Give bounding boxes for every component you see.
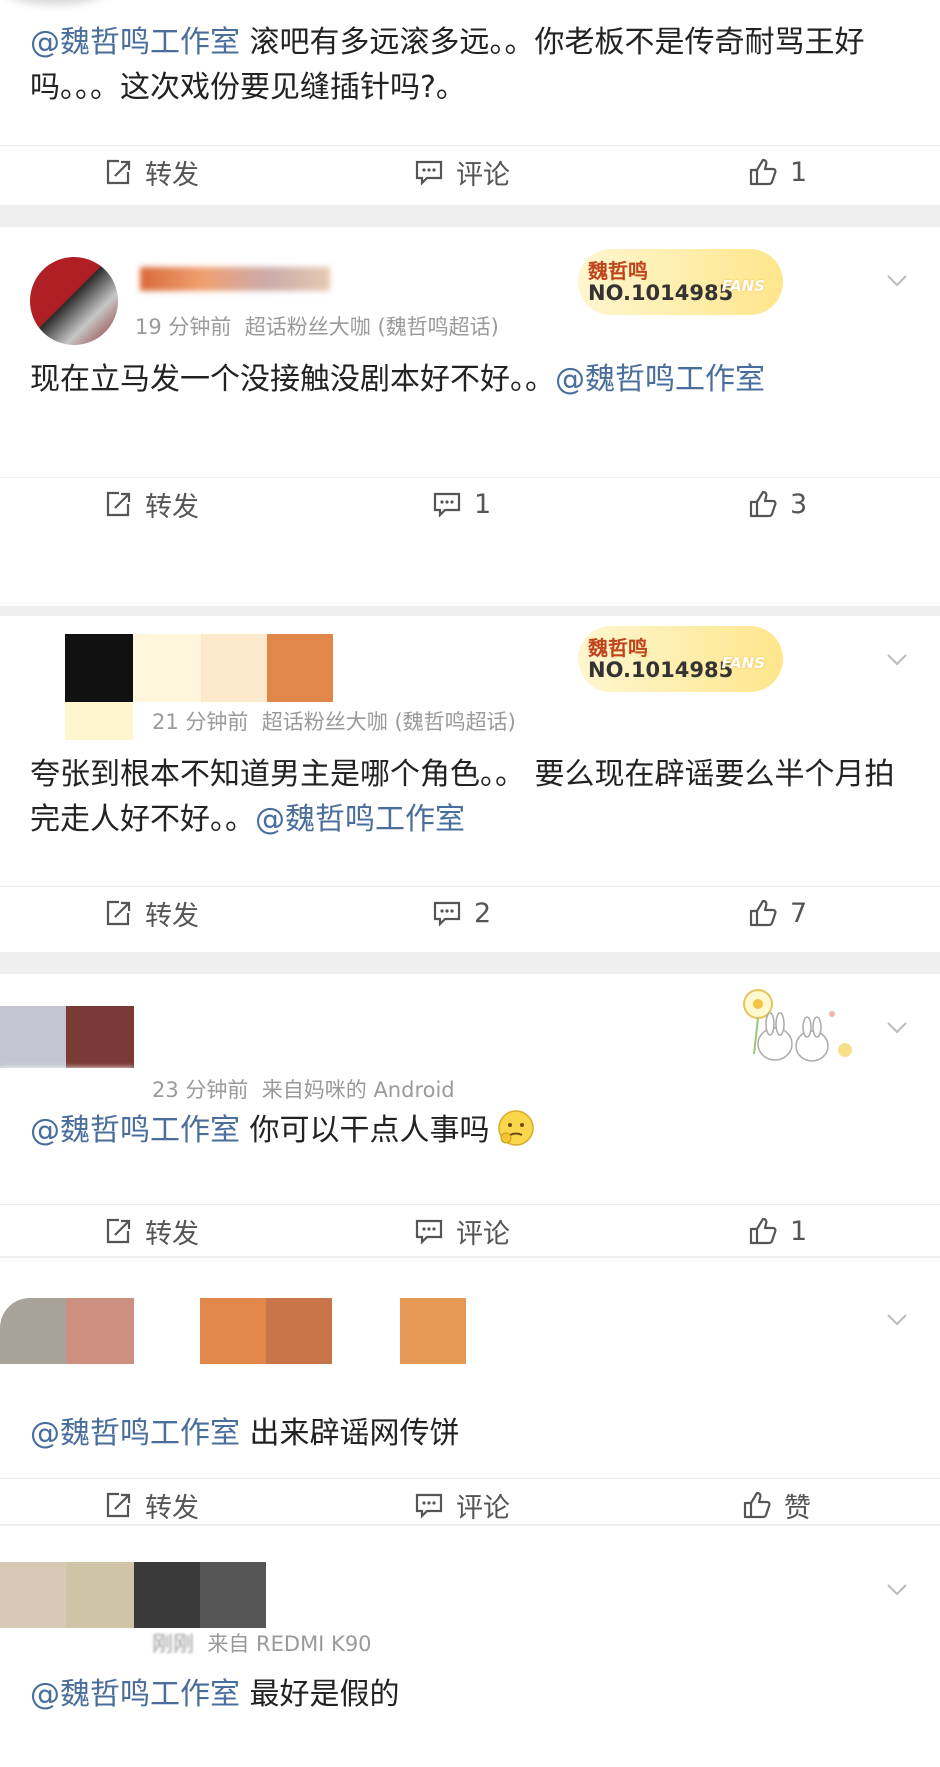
- comment-icon: [415, 1219, 443, 1245]
- post-text: @魏哲鸣工作室 出来辟谣网传饼: [30, 1416, 460, 1451]
- comment-button[interactable]: 评论: [414, 150, 510, 194]
- chevron-down-icon[interactable]: [884, 1014, 910, 1040]
- mention-link[interactable]: @魏哲鸣工作室: [30, 25, 240, 60]
- thumbs-up-icon: [749, 1217, 777, 1245]
- action-bar: 转发 2 7: [0, 886, 940, 937]
- post-text: 现在立马发一个没接触没剧本好不好。。@魏哲鸣工作室: [30, 362, 765, 397]
- chevron-down-icon[interactable]: [884, 646, 910, 672]
- like-button[interactable]: 3: [748, 482, 807, 526]
- comment-icon: [415, 1493, 443, 1519]
- post-meta: 刚刚 来自 REDMI K90: [152, 1632, 372, 1656]
- chevron-down-icon[interactable]: [884, 1576, 910, 1602]
- like-button[interactable]: 7: [748, 891, 807, 935]
- like-button[interactable]: 1: [748, 1209, 807, 1253]
- mention-link[interactable]: @魏哲鸣工作室: [555, 362, 765, 397]
- avatar[interactable]: [30, 257, 118, 345]
- share-icon: [106, 1218, 131, 1244]
- post-2: 19 分钟前 超话粉丝大咖 (魏哲鸣超话) 魏哲鸣 NO.1014985 FAN…: [0, 227, 940, 617]
- post-text: @魏哲鸣工作室 滚吧有多远滚多远。。你老板不是传奇耐骂王好吗。。。这次戏份要见缝…: [30, 25, 865, 105]
- post-6: 刚刚 来自 REDMI K90 @魏哲鸣工作室 最好是假的: [0, 1526, 940, 1767]
- chevron-down-icon[interactable]: [884, 267, 910, 293]
- fan-badge[interactable]: 魏哲鸣 NO.1014985 FANS: [578, 626, 783, 692]
- separator: [0, 205, 940, 227]
- mention-link[interactable]: @魏哲鸣工作室: [255, 802, 465, 837]
- comment-button[interactable]: 2: [432, 891, 491, 935]
- mention-link[interactable]: @魏哲鸣工作室: [30, 1416, 240, 1451]
- thumbs-up-icon: [749, 490, 777, 518]
- post-1: @魏哲鸣工作室 滚吧有多远滚多远。。你老板不是传奇耐骂王好吗。。。这次戏份要见缝…: [0, 0, 940, 205]
- post-meta: 23 分钟前 来自妈咪的 Android: [152, 1078, 455, 1102]
- thumbs-up-icon: [749, 899, 777, 927]
- repost-button[interactable]: 转发: [103, 1483, 199, 1527]
- thinking-emoji-icon: [497, 1110, 534, 1146]
- share-icon: [106, 900, 131, 926]
- separator: [0, 952, 940, 974]
- mention-link[interactable]: @魏哲鸣工作室: [30, 1677, 240, 1712]
- post-meta: 21 分钟前 超话粉丝大咖 (魏哲鸣超话): [152, 710, 516, 734]
- repost-button[interactable]: 转发: [103, 891, 199, 935]
- comment-button[interactable]: 评论: [414, 1483, 510, 1527]
- chevron-down-icon[interactable]: [884, 1306, 910, 1332]
- post-meta: 19 分钟前 超话粉丝大咖 (魏哲鸣超话): [135, 315, 499, 339]
- share-icon: [106, 1492, 131, 1518]
- thumbs-up-icon: [743, 1491, 771, 1519]
- thumbs-up-icon: [749, 158, 777, 186]
- repost-button[interactable]: 转发: [103, 150, 199, 194]
- post-text: @魏哲鸣工作室 最好是假的: [30, 1677, 400, 1712]
- fan-badge[interactable]: 魏哲鸣 NO.1014985 FANS: [578, 249, 783, 315]
- action-bar: 转发 评论 1: [0, 145, 940, 196]
- post-text: 夸张到根本不知道男主是哪个角色。。 要么现在辟谣要么半个月拍完走人好不好。。@魏…: [30, 757, 895, 837]
- action-bar: 转发 1 3: [0, 477, 940, 528]
- username[interactable]: [140, 267, 330, 291]
- comment-icon: [415, 160, 443, 186]
- bunny-flower-icon: [743, 989, 852, 1062]
- like-button[interactable]: 赞: [742, 1483, 811, 1527]
- comment-button[interactable]: 评论: [414, 1209, 510, 1253]
- post-text: @魏哲鸣工作室 你可以干点人事吗: [30, 1108, 916, 1153]
- action-bar: 转发 评论 1: [0, 1204, 940, 1255]
- repost-button[interactable]: 转发: [103, 482, 199, 526]
- share-icon: [106, 159, 131, 185]
- mention-link[interactable]: @魏哲鸣工作室: [30, 1113, 240, 1148]
- comment-button[interactable]: 1: [432, 482, 491, 526]
- repost-button[interactable]: 转发: [103, 1209, 199, 1253]
- action-bar: 转发 评论 赞: [0, 1478, 940, 1529]
- comment-icon: [433, 492, 461, 518]
- separator: [0, 606, 940, 616]
- post-5: @魏哲鸣工作室 出来辟谣网传饼 转发 评论 赞: [0, 1258, 940, 1524]
- comment-icon: [433, 901, 461, 927]
- like-button[interactable]: 1: [748, 150, 807, 194]
- post-4: 23 分钟前 来自妈咪的 Android @魏哲鸣工作室 你可以干点人事吗 转发…: [0, 974, 940, 1256]
- share-icon: [106, 491, 131, 517]
- decoration-sticker: [720, 984, 870, 1074]
- post-3: 21 分钟前 超话粉丝大咖 (魏哲鸣超话) 魏哲鸣 NO.1014985 FAN…: [0, 616, 940, 952]
- avatar[interactable]: [0, 0, 110, 5]
